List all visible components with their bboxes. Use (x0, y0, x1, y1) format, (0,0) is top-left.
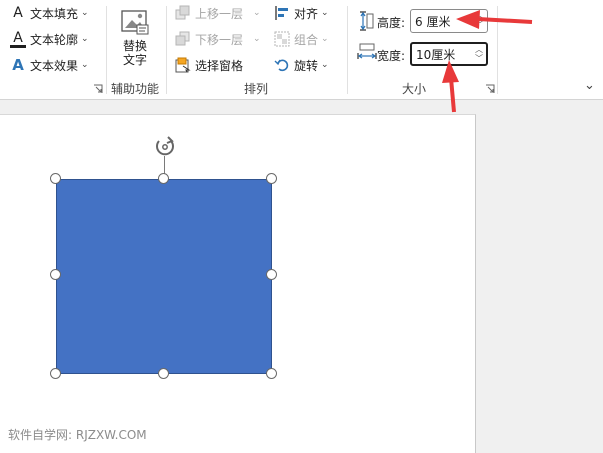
resize-handle-right[interactable] (266, 269, 277, 280)
rectangle-shape[interactable] (56, 179, 272, 374)
resize-handle-bottom-right[interactable] (266, 368, 277, 379)
rotate-handle-icon[interactable] (153, 134, 177, 161)
watermark: 软件自学网: RJZXW.COM (8, 428, 147, 442)
width-annotation-arrow (442, 60, 459, 113)
annotation-arrows (442, 10, 533, 113)
resize-handle-bottom[interactable] (158, 368, 169, 379)
resize-handle-bottom-left[interactable] (50, 368, 61, 379)
resize-handle-top-right[interactable] (266, 173, 277, 184)
resize-handle-top[interactable] (158, 173, 169, 184)
resize-handle-top-left[interactable] (50, 173, 61, 184)
resize-handle-left[interactable] (50, 269, 61, 280)
height-annotation-arrow (456, 10, 533, 29)
